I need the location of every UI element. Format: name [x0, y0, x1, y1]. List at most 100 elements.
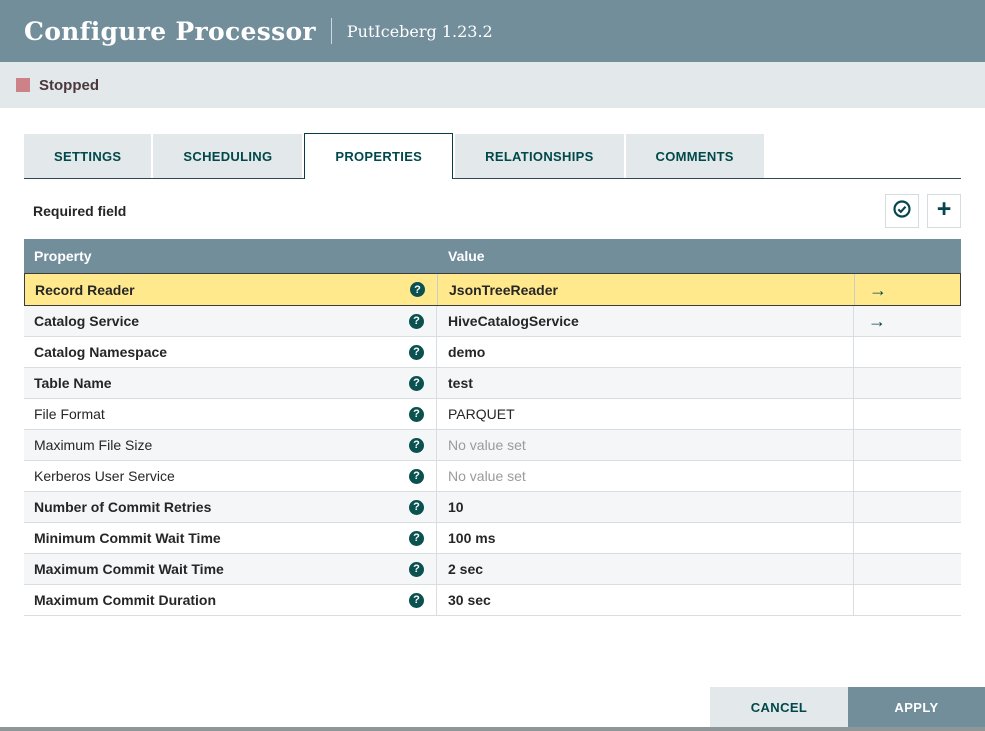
help-icon[interactable]: ?: [409, 406, 424, 422]
property-value: test: [448, 375, 473, 391]
value-cell[interactable]: No value set: [437, 461, 854, 491]
table-row[interactable]: Maximum Commit Duration ? 30 sec: [24, 585, 961, 616]
link-cell: →: [855, 274, 960, 305]
table-row[interactable]: Minimum Commit Wait Time ? 100 ms: [24, 523, 961, 554]
dialog-bottom-edge: [0, 727, 985, 731]
property-cell: Catalog Service ?: [24, 306, 437, 336]
table-row[interactable]: Kerberos User Service ? No value set: [24, 461, 961, 492]
property-value: 10: [448, 499, 464, 515]
dialog-header: Configure Processor PutIceberg 1.23.2: [0, 0, 985, 62]
verify-properties-button[interactable]: [885, 194, 919, 228]
property-name: Maximum Commit Duration: [34, 592, 217, 608]
property-name: Catalog Namespace: [34, 344, 168, 360]
property-name: Table Name: [34, 375, 112, 391]
properties-table: Property Value Record Reader ? JsonTreeR…: [24, 239, 961, 616]
property-name: Catalog Service: [34, 313, 140, 329]
dialog-title: Configure Processor: [24, 16, 316, 46]
value-cell[interactable]: 10: [437, 492, 854, 522]
property-name: File Format: [34, 406, 105, 422]
property-cell: Maximum Commit Wait Time ?: [24, 554, 437, 584]
tab-properties[interactable]: PROPERTIES: [304, 133, 454, 179]
property-value: HiveCatalogService: [448, 313, 579, 329]
property-cell: Maximum Commit Duration ?: [24, 585, 437, 615]
check-circle-icon: [892, 199, 912, 224]
column-header-property: Property: [34, 248, 92, 264]
status-bar: Stopped: [0, 62, 985, 108]
property-cell: File Format ?: [24, 399, 437, 429]
value-cell[interactable]: PARQUET: [437, 399, 854, 429]
footer-buttons: CANCEL APPLY: [710, 687, 985, 727]
processor-name-version: PutIceberg 1.23.2: [346, 21, 493, 41]
go-to-service-icon[interactable]: →: [869, 281, 887, 299]
property-cell: Record Reader ?: [25, 274, 438, 305]
link-cell: [854, 585, 961, 615]
help-icon[interactable]: ?: [409, 468, 424, 484]
property-value: 100 ms: [448, 530, 496, 546]
title-divider: [330, 18, 332, 44]
link-cell: →: [854, 306, 961, 336]
property-value: 30 sec: [448, 592, 491, 608]
link-cell: [854, 430, 961, 460]
toolbar-buttons: +: [885, 194, 961, 228]
property-cell: Number of Commit Retries ?: [24, 492, 437, 522]
table-row[interactable]: Maximum File Size ? No value set: [24, 430, 961, 461]
table-row[interactable]: Catalog Service ? HiveCatalogService →: [24, 306, 961, 337]
property-cell: Kerberos User Service ?: [24, 461, 437, 491]
table-row[interactable]: File Format ? PARQUET: [24, 399, 961, 430]
add-property-button[interactable]: +: [927, 194, 961, 228]
property-cell: Maximum File Size ?: [24, 430, 437, 460]
link-cell: [854, 554, 961, 584]
plus-icon: +: [936, 195, 952, 223]
value-cell[interactable]: JsonTreeReader: [438, 274, 855, 305]
tab-scheduling[interactable]: SCHEDULING: [153, 134, 303, 178]
property-value: 2 sec: [448, 561, 484, 577]
help-icon[interactable]: ?: [410, 282, 425, 297]
table-row[interactable]: Table Name ? test: [24, 368, 961, 399]
properties-table-body: Record Reader ? JsonTreeReader → Catalog…: [24, 273, 961, 616]
property-cell: Minimum Commit Wait Time ?: [24, 523, 437, 553]
link-cell: [854, 368, 961, 398]
value-cell[interactable]: 30 sec: [437, 585, 854, 615]
link-cell: [854, 461, 961, 491]
value-cell[interactable]: 2 sec: [437, 554, 854, 584]
go-to-service-icon[interactable]: →: [868, 312, 886, 330]
property-cell: Table Name ?: [24, 368, 437, 398]
value-cell[interactable]: test: [437, 368, 854, 398]
property-name: Number of Commit Retries: [34, 499, 212, 515]
link-cell: [854, 399, 961, 429]
table-row[interactable]: Catalog Namespace ? demo: [24, 337, 961, 368]
link-cell: [854, 337, 961, 367]
table-header: Property Value: [24, 239, 961, 273]
cancel-button[interactable]: CANCEL: [710, 687, 848, 727]
tab-relationships[interactable]: RELATIONSHIPS: [455, 134, 624, 178]
help-icon[interactable]: ?: [409, 375, 424, 391]
status-label: Stopped: [39, 76, 99, 94]
help-icon[interactable]: ?: [409, 437, 424, 453]
table-row[interactable]: Number of Commit Retries ? 10: [24, 492, 961, 523]
value-cell[interactable]: demo: [437, 337, 854, 367]
property-value: JsonTreeReader: [449, 281, 558, 298]
help-icon[interactable]: ?: [409, 561, 424, 577]
link-cell: [854, 523, 961, 553]
value-cell[interactable]: HiveCatalogService: [437, 306, 854, 336]
link-cell: [854, 492, 961, 522]
table-row[interactable]: Record Reader ? JsonTreeReader →: [24, 273, 961, 306]
help-icon[interactable]: ?: [409, 530, 424, 546]
tab-settings[interactable]: SETTINGS: [24, 134, 152, 178]
help-icon[interactable]: ?: [409, 344, 424, 360]
table-row[interactable]: Maximum Commit Wait Time ? 2 sec: [24, 554, 961, 585]
value-cell[interactable]: No value set: [437, 430, 854, 460]
tab-comments[interactable]: COMMENTS: [625, 134, 764, 178]
help-icon[interactable]: ?: [409, 592, 424, 608]
stopped-status-icon: [16, 78, 30, 92]
help-icon[interactable]: ?: [409, 499, 424, 515]
property-value: No value set: [448, 468, 526, 484]
column-header-value: Value: [448, 248, 485, 264]
value-cell[interactable]: 100 ms: [437, 523, 854, 553]
property-value: PARQUET: [448, 406, 515, 422]
help-icon[interactable]: ?: [409, 313, 424, 329]
property-name: Maximum File Size: [34, 437, 153, 453]
required-field-label: Required field: [33, 203, 127, 219]
apply-button[interactable]: APPLY: [848, 687, 985, 727]
property-name: Record Reader: [35, 281, 135, 298]
